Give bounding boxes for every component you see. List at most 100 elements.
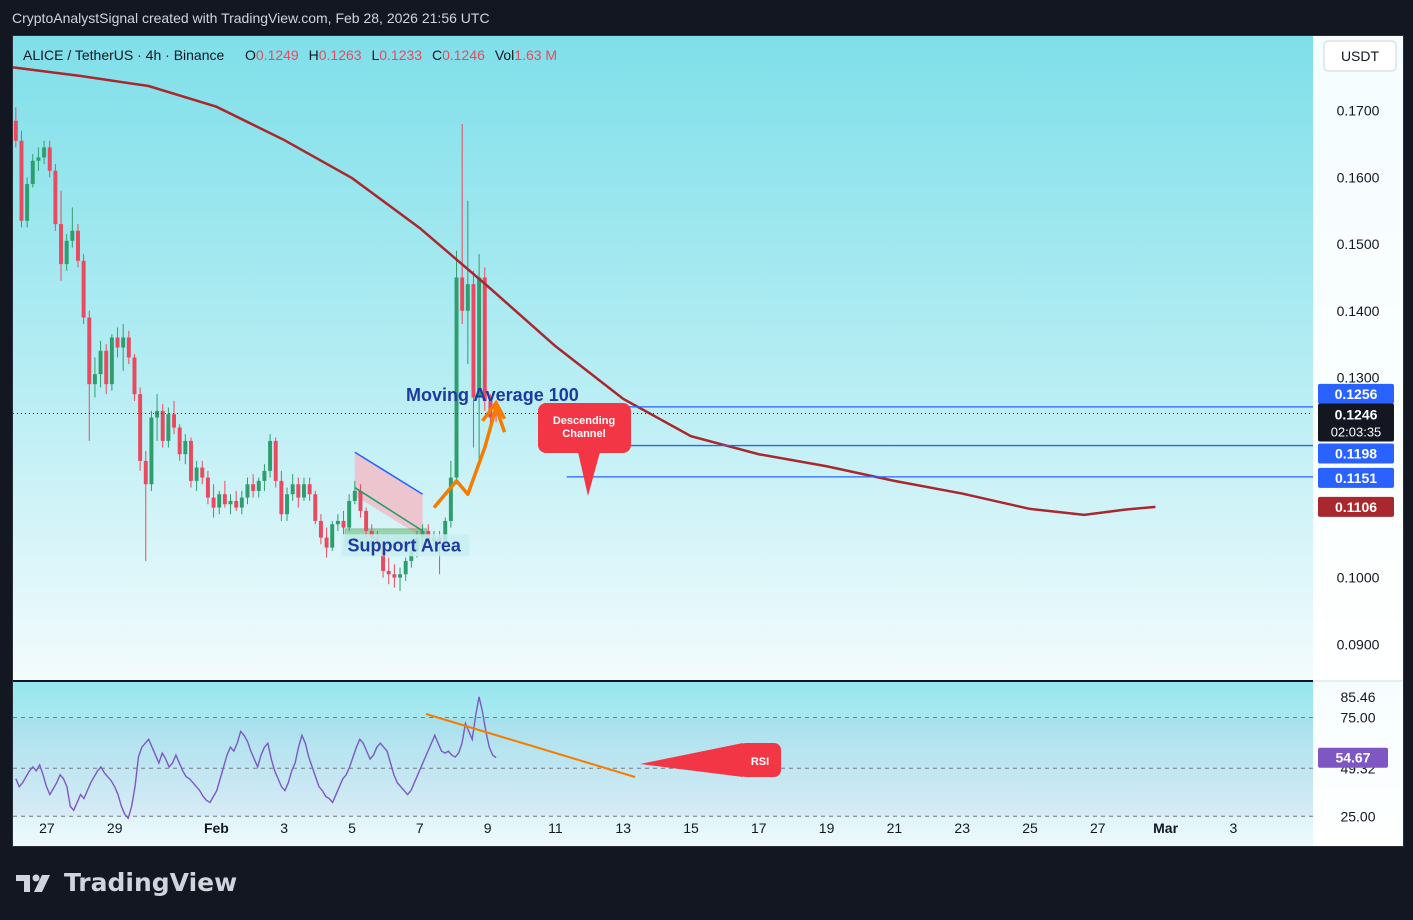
time-tick-label: 15 — [683, 820, 699, 836]
price-chart[interactable]: Moving Average 100 Support Area Descending… — [13, 36, 1403, 846]
candle — [364, 510, 369, 531]
candle — [256, 480, 261, 491]
ma-value-tag: 0.1106 — [1335, 499, 1377, 515]
candle — [398, 574, 403, 578]
candle — [30, 160, 35, 185]
candle — [268, 440, 273, 471]
candle — [234, 500, 239, 508]
currency-button[interactable]: USDT — [1323, 40, 1397, 72]
candle — [205, 477, 210, 498]
candle — [160, 410, 165, 441]
chart-container[interactable]: Moving Average 100 Support Area Descending… — [12, 35, 1404, 847]
candle — [121, 337, 126, 348]
time-tick-label: 9 — [484, 820, 492, 836]
candle — [403, 560, 408, 575]
candle — [19, 140, 24, 221]
pane-separator — [13, 680, 1403, 682]
candle — [301, 484, 306, 498]
candle — [53, 170, 58, 225]
candle — [13, 120, 18, 141]
time-tick-label: Mar — [1153, 820, 1178, 836]
candle — [92, 374, 97, 385]
tradingview-logo-icon — [16, 874, 50, 892]
candle — [318, 520, 323, 538]
price-tick-label: 0.1300 — [1337, 370, 1380, 386]
candle — [47, 147, 52, 171]
current-price-tag: 0.1246 — [1335, 407, 1378, 423]
candle — [98, 350, 103, 375]
time-tick-label: 29 — [107, 820, 123, 836]
candle — [335, 520, 340, 525]
time-tick-label: 7 — [416, 820, 424, 836]
symbol-pair: ALICE / TetherUS · 4h · Binance — [23, 47, 224, 63]
candle — [454, 277, 459, 478]
candle — [138, 394, 143, 461]
candle — [36, 157, 41, 161]
time-tick-label: 27 — [1090, 820, 1106, 836]
attribution-header: CryptoAnalystSignal created with Trading… — [12, 10, 490, 26]
price-tick-label: 0.1400 — [1337, 303, 1380, 319]
candle — [477, 277, 482, 398]
time-tick-label: 19 — [819, 820, 835, 836]
candle-countdown: 02:03:35 — [1331, 425, 1382, 440]
candle — [251, 484, 256, 491]
candle — [87, 317, 92, 385]
candle — [75, 230, 80, 261]
callout-text-line: Descending — [553, 415, 615, 427]
candle — [245, 484, 250, 498]
candle — [228, 500, 233, 505]
candle — [465, 284, 470, 311]
candle — [183, 440, 188, 455]
candle — [59, 224, 64, 265]
price-tick-label: 0.1700 — [1337, 103, 1380, 119]
candle — [109, 337, 114, 385]
candle — [392, 574, 397, 578]
candle — [25, 184, 30, 221]
candle — [307, 484, 312, 495]
candle — [358, 490, 363, 511]
time-tick-label: 13 — [615, 820, 631, 836]
time-tick-label: 3 — [280, 820, 288, 836]
candle — [239, 497, 244, 508]
candle — [126, 337, 131, 358]
level-tag-1151: 0.1151 — [1335, 470, 1377, 486]
candle — [166, 414, 171, 441]
candle — [155, 410, 160, 418]
price-tick-label: 0.1600 — [1337, 169, 1380, 185]
candle — [222, 494, 227, 505]
time-tick-label: Feb — [204, 820, 229, 836]
candle — [262, 470, 267, 481]
candle — [104, 350, 109, 385]
candle — [149, 417, 154, 485]
candle — [115, 337, 120, 348]
currency-label: USDT — [1341, 48, 1380, 64]
time-tick-label: 21 — [887, 820, 903, 836]
candle — [132, 357, 137, 395]
candle — [347, 500, 352, 528]
candle — [172, 414, 177, 428]
candle — [482, 277, 487, 401]
main-pane-bg — [13, 36, 1403, 681]
candle — [177, 427, 182, 455]
candle — [352, 490, 357, 501]
price-tick-label: 0.1000 — [1337, 570, 1380, 586]
candle — [386, 570, 391, 575]
candle — [64, 240, 69, 265]
candle — [471, 284, 476, 398]
candle — [290, 484, 295, 495]
support-area-label: Support Area — [348, 535, 462, 555]
callout-text-line: Channel — [562, 428, 605, 440]
candle — [273, 440, 278, 481]
tradingview-logo-text: TradingView — [64, 868, 238, 897]
candle — [194, 467, 199, 481]
candle — [211, 497, 216, 508]
candle — [460, 277, 465, 311]
rsi-tick-label: 75.00 — [1340, 710, 1375, 726]
time-tick-label: 17 — [751, 820, 767, 836]
time-tick-label: 25 — [1022, 820, 1038, 836]
candle — [285, 494, 290, 515]
candle — [81, 260, 86, 318]
time-tick-label: 11 — [548, 820, 563, 836]
candle — [143, 460, 148, 485]
tradingview-logo[interactable]: TradingView — [16, 868, 237, 897]
